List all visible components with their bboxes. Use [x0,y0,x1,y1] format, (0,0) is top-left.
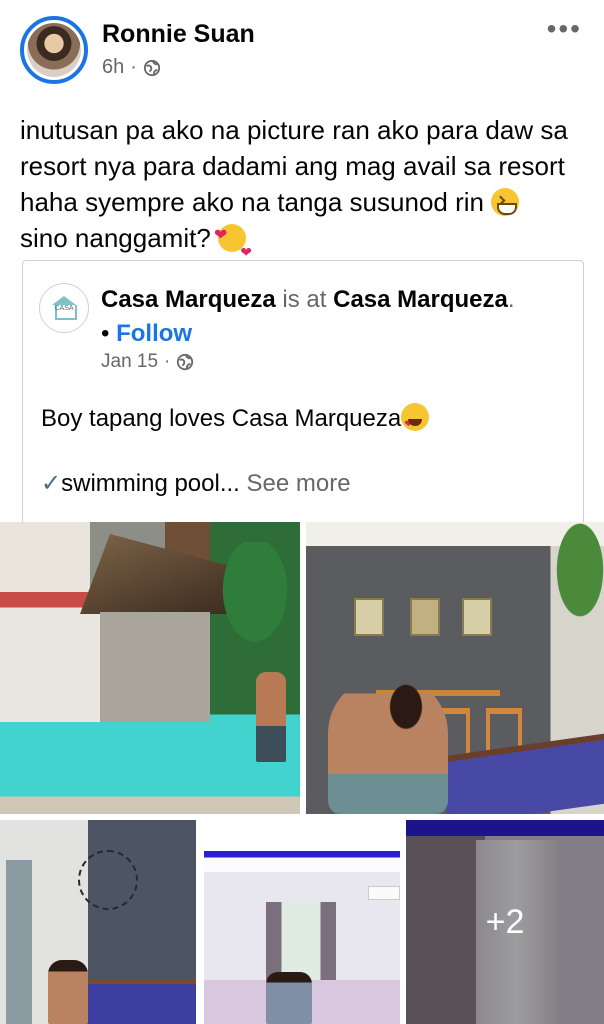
see-more-link[interactable]: See more [247,470,351,497]
photo-palm [210,542,300,662]
photo-house [100,612,210,722]
photo-person [256,672,286,762]
avatar-photo [27,23,81,77]
shared-location[interactable]: Casa Marqueza [333,286,508,313]
photo-window [266,902,336,982]
smiling-face-with-hearts-emoji [214,218,252,270]
photo-pillar [6,860,32,1024]
more-options-icon[interactable]: ••• [547,15,582,43]
photo-ceiling [204,820,400,872]
shared-post-card[interactable]: CASA Casa Marqueza is at Casa Marqueza. … [22,260,584,522]
photo-chandelier [78,850,138,910]
photo-pool[interactable] [0,522,300,814]
photo-person [48,960,88,1024]
heart-eyes-emoji [401,403,430,443]
shared-page-name[interactable]: Casa Marqueza [101,286,276,313]
photo-person [266,972,312,1024]
page-logo[interactable]: CASA [39,283,89,333]
meta-separator: · [130,56,137,78]
follow-button[interactable]: Follow [116,320,192,347]
shared-post-text-content: Boy tapang loves Casa Marqueza [41,405,402,432]
photo-bedroom[interactable] [204,820,400,1024]
shared-line2-text: swimming pool... [61,470,240,497]
post-meta: 6h · [102,56,161,79]
photo-roof [80,534,230,614]
shared-post-text-line2: ✓swimming pool... See more [41,469,351,498]
photo-grid: +2 [0,522,604,1024]
photo-game-room[interactable] [0,820,196,1024]
photo-frame [410,598,440,636]
shared-post-text: Boy tapang loves Casa Marqueza [41,401,571,443]
is-at-text: is at [275,286,334,313]
post-text-line2: sino nanggamit? [20,223,219,253]
photo-person [328,680,448,814]
photo-billiards[interactable] [306,522,604,814]
photo-palm [544,522,604,642]
shared-post-header: Casa Marqueza is at Casa Marqueza. • Fol… [101,283,571,351]
shared-post-date[interactable]: Jan 15 [101,351,158,373]
post-header: Ronnie Suan 6h · ••• [0,0,604,100]
photo-aircon [368,886,400,900]
post-time[interactable]: 6h [102,56,124,79]
post-text: inutusan pa ako na picture ran ako para … [20,112,590,270]
globe-icon [143,59,161,76]
page-logo-text: CASA [54,305,74,312]
photo-more[interactable]: +2 [406,820,604,1024]
more-photos-count[interactable]: +2 [406,820,604,1024]
post-text-line1: inutusan pa ako na picture ran ako para … [20,115,568,217]
shared-meta-separator: · [164,351,171,372]
check-mark-icon: ✓ [41,470,62,497]
photo-frame [462,598,492,636]
follow-bullet: • [101,320,110,347]
author-name[interactable]: Ronnie Suan [102,20,255,49]
grinning-squinting-face-emoji [491,188,520,216]
author-avatar[interactable] [20,16,88,84]
period: . [507,286,515,313]
photo-frame [354,598,384,636]
shared-post-meta: Jan 15 · [101,351,194,373]
globe-icon [177,353,194,371]
